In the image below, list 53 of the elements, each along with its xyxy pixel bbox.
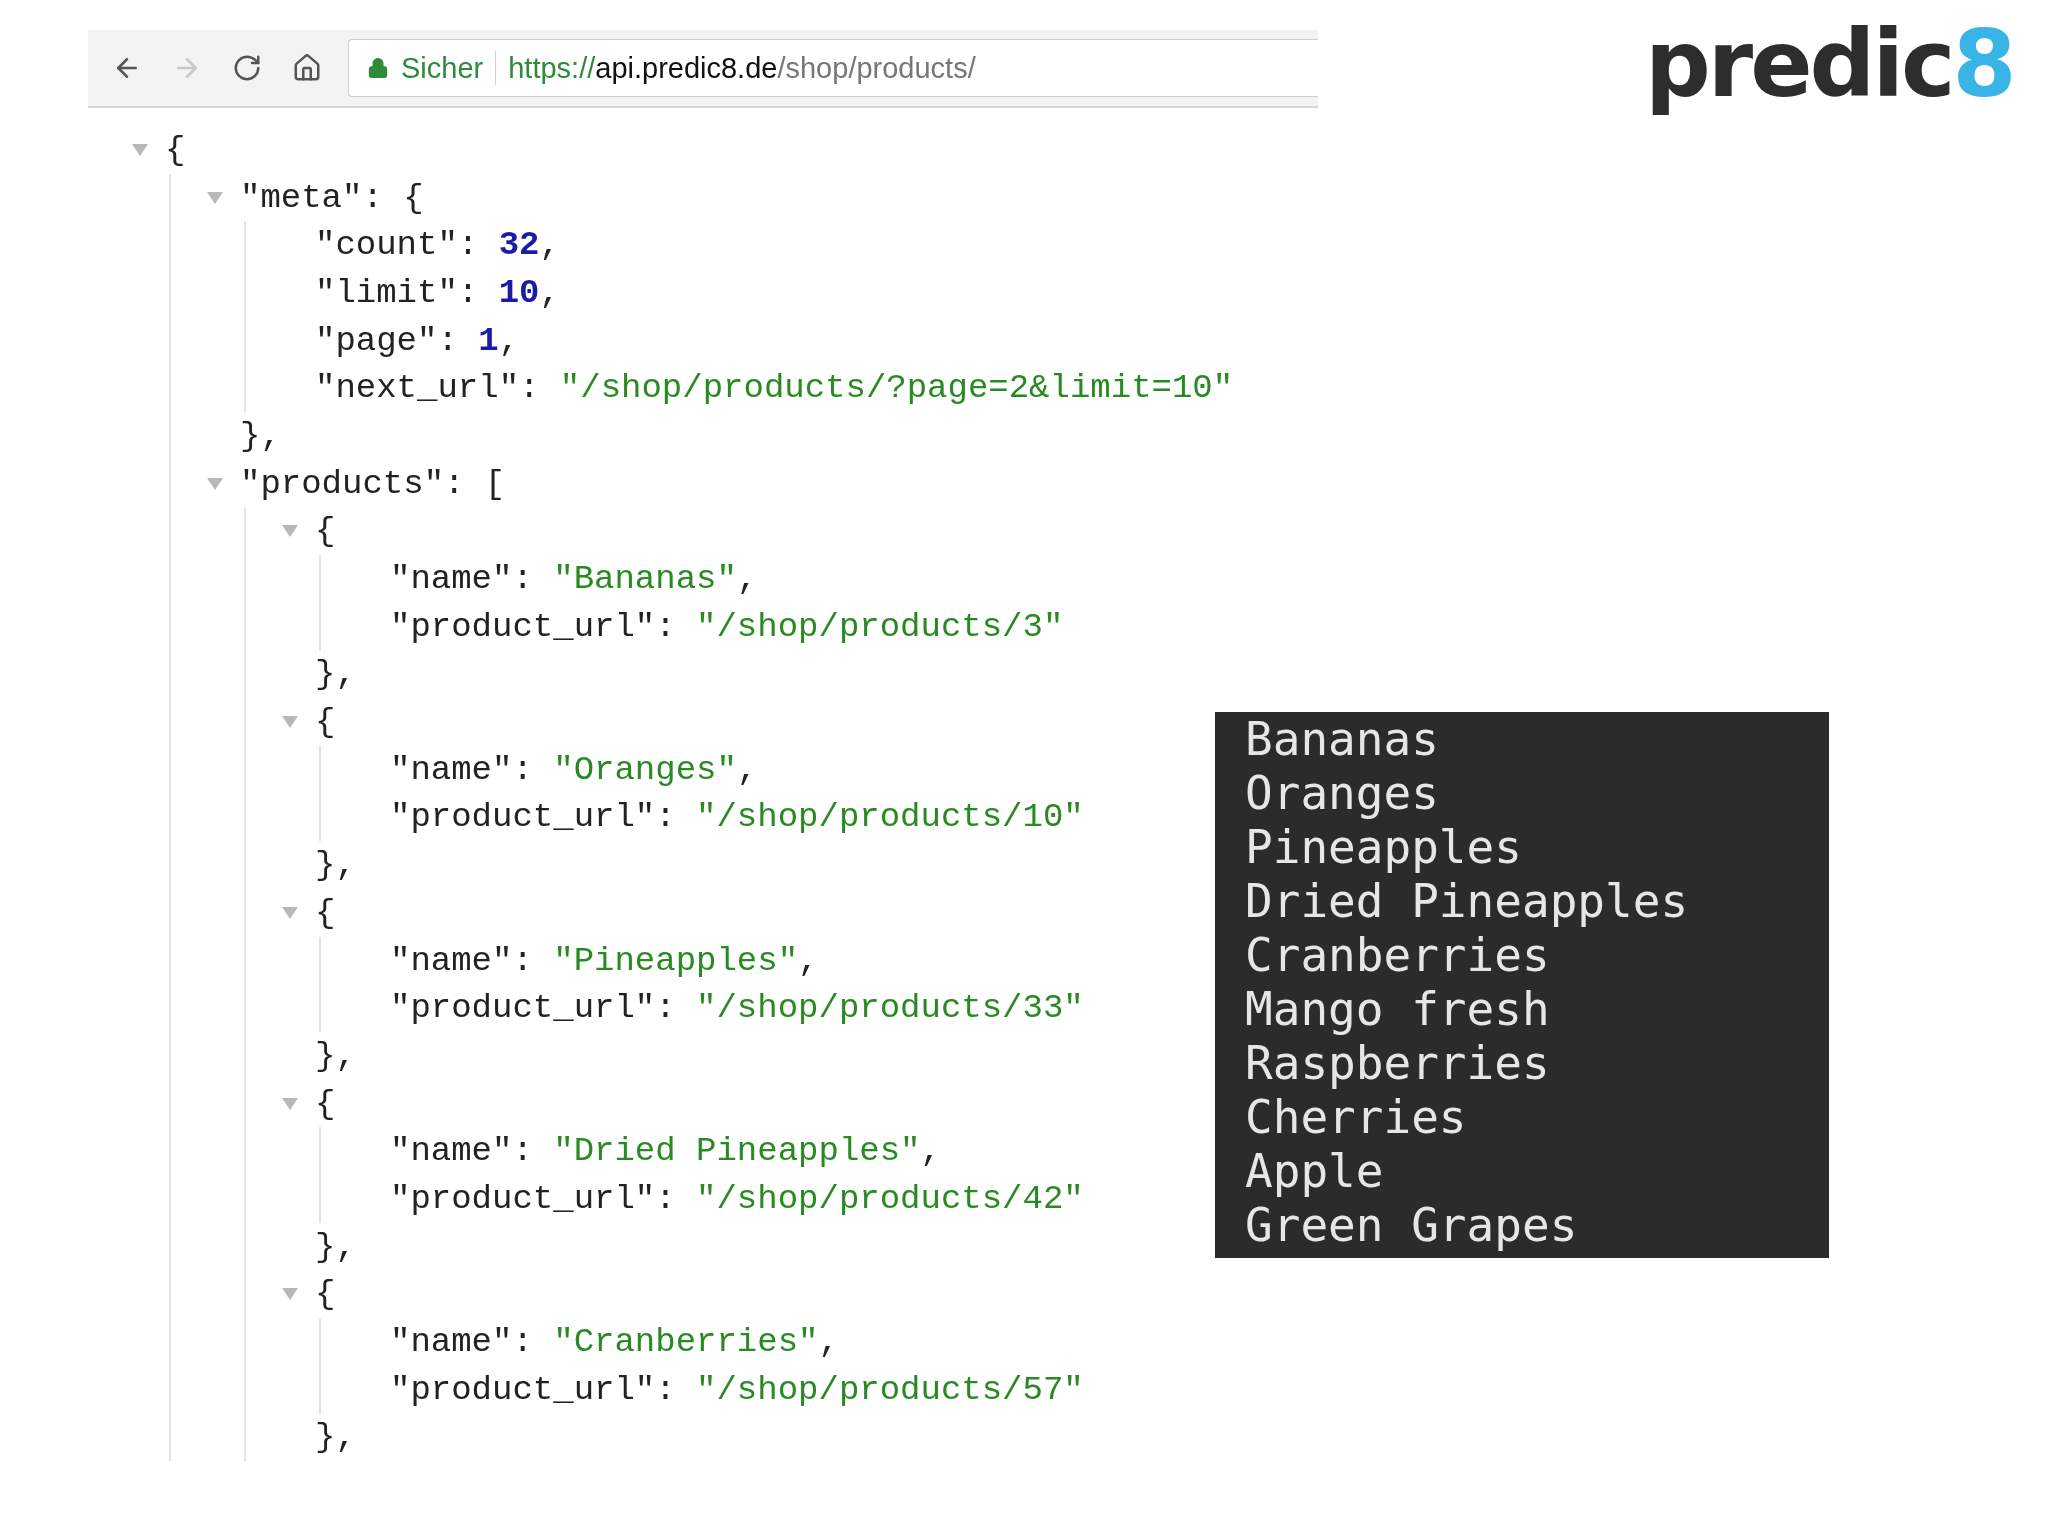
terminal-line: Bananas	[1245, 712, 1440, 766]
json-line: "next_url": "/shop/products/?page=2&limit=10"	[315, 369, 1234, 408]
json-line: "product_url": "/shop/products/42"	[390, 1179, 1084, 1218]
json-line: },	[315, 1418, 356, 1457]
reload-icon	[232, 53, 262, 83]
logo: predic8	[1645, 10, 2014, 120]
json-line: "product_url": "/shop/products/10"	[390, 798, 1084, 837]
collapse-toggle-icon[interactable]	[206, 190, 224, 205]
json-line: "product_url": "/shop/products/33"	[390, 989, 1084, 1028]
json-line: "name": "Pineapples",	[390, 941, 819, 980]
json-line: "page": 1,	[315, 321, 520, 360]
address-bar[interactable]: Sicher https://api.predic8.de/shop/products/	[348, 39, 1318, 97]
terminal-line: Pineapples	[1245, 820, 1523, 874]
terminal-line: Mango fresh	[1245, 982, 1551, 1036]
json-line: },	[315, 1036, 356, 1075]
json-line: "meta": {	[240, 178, 424, 217]
url-text: https://api.predic8.de/shop/products/	[508, 51, 976, 85]
json-line: "product_url": "/shop/products/3"	[390, 607, 1064, 646]
collapse-toggle-icon[interactable]	[131, 142, 149, 157]
terminal-line: Green Grapes	[1245, 1198, 1579, 1252]
json-line: },	[240, 416, 281, 455]
terminal-line: Dried Pineapples	[1245, 874, 1690, 928]
home-icon	[292, 53, 322, 83]
json-line: },	[315, 655, 356, 694]
terminal-line: Cherries	[1245, 1090, 1468, 1144]
collapse-toggle-icon[interactable]	[206, 476, 224, 491]
terminal-line: Cranberries	[1245, 928, 1551, 982]
json-line: "limit": 10,	[315, 273, 560, 312]
terminal-line: Oranges	[1245, 766, 1440, 820]
json-line: "name": "Cranberries",	[390, 1323, 839, 1362]
security-label: Sicher	[401, 51, 484, 85]
json-line: {	[165, 130, 186, 169]
json-line: {	[315, 512, 336, 551]
json-line: },	[315, 846, 356, 885]
collapse-toggle-icon[interactable]	[281, 905, 299, 920]
json-line: "name": "Dried Pineapples",	[390, 1132, 941, 1171]
json-line: {	[315, 1275, 336, 1314]
json-line: {	[315, 1084, 336, 1123]
collapse-toggle-icon[interactable]	[281, 715, 299, 730]
json-line: "count": 32,	[315, 226, 560, 265]
json-line: {	[315, 893, 336, 932]
json-line: {	[315, 703, 336, 742]
collapse-toggle-icon[interactable]	[281, 1287, 299, 1302]
terminal-line: Apple	[1245, 1144, 1385, 1198]
lock-icon	[367, 57, 389, 79]
collapse-toggle-icon[interactable]	[281, 1096, 299, 1111]
json-line: "product_url": "/shop/products/57"	[390, 1370, 1084, 1409]
terminal-line: Raspberries	[1245, 1036, 1551, 1090]
collapse-toggle-icon[interactable]	[281, 524, 299, 539]
json-line: },	[315, 1227, 356, 1266]
json-line: "products": [	[240, 464, 506, 503]
json-line: "name": "Oranges",	[390, 750, 758, 789]
json-line: "name": "Bananas",	[390, 560, 758, 599]
